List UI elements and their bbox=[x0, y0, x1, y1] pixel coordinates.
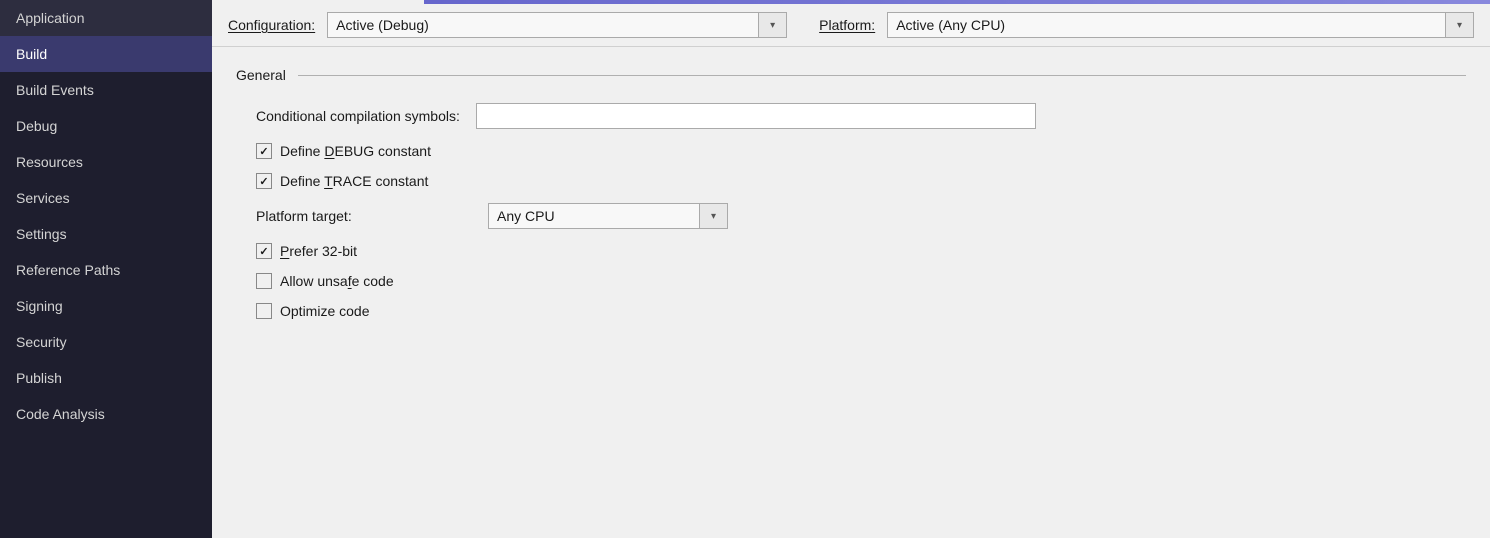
general-section-header: General bbox=[236, 67, 1466, 83]
main-content: Configuration: Active (Debug) ▾ Platform… bbox=[212, 0, 1490, 538]
platform-target-label: Platform target: bbox=[256, 208, 476, 224]
platform-dropdown-arrow: ▾ bbox=[1445, 13, 1473, 37]
platform-target-arrow: ▾ bbox=[699, 204, 727, 228]
optimize-code-row: Optimize code bbox=[256, 303, 1466, 319]
conditional-compilation-label: Conditional compilation symbols: bbox=[256, 108, 476, 124]
configuration-value: Active (Debug) bbox=[328, 17, 758, 33]
configuration-dropdown-arrow: ▾ bbox=[758, 13, 786, 37]
general-section-title: General bbox=[236, 67, 286, 83]
sidebar-item-build-events[interactable]: Build Events bbox=[0, 72, 212, 108]
define-trace-checkbox[interactable] bbox=[256, 173, 272, 189]
define-debug-checkbox[interactable] bbox=[256, 143, 272, 159]
platform-target-dropdown[interactable]: Any CPU ▾ bbox=[488, 203, 728, 229]
prefer-32bit-checkbox[interactable] bbox=[256, 243, 272, 259]
sidebar-item-publish[interactable]: Publish bbox=[0, 360, 212, 396]
sidebar-item-security[interactable]: Security bbox=[0, 324, 212, 360]
allow-unsafe-label: Allow unsafe code bbox=[280, 273, 394, 289]
sidebar-item-application[interactable]: Application bbox=[0, 0, 212, 36]
allow-unsafe-row: Allow unsafe code bbox=[256, 273, 1466, 289]
sidebar-item-code-analysis[interactable]: Code Analysis bbox=[0, 396, 212, 432]
platform-label: Platform: bbox=[819, 17, 875, 33]
sidebar-item-settings[interactable]: Settings bbox=[0, 216, 212, 252]
sidebar-item-signing[interactable]: Signing bbox=[0, 288, 212, 324]
section-divider bbox=[298, 75, 1466, 76]
top-accent-strip bbox=[424, 0, 1490, 4]
sidebar-item-services[interactable]: Services bbox=[0, 180, 212, 216]
configuration-label: Configuration: bbox=[228, 17, 315, 33]
prefer-32bit-label: Prefer 32-bit bbox=[280, 243, 357, 259]
sidebar-item-resources[interactable]: Resources bbox=[0, 144, 212, 180]
platform-value: Active (Any CPU) bbox=[888, 17, 1445, 33]
content-area: General Conditional compilation symbols:… bbox=[212, 47, 1490, 538]
conditional-compilation-row: Conditional compilation symbols: bbox=[256, 103, 1466, 129]
sidebar-item-debug[interactable]: Debug bbox=[0, 108, 212, 144]
optimize-code-checkbox[interactable] bbox=[256, 303, 272, 319]
define-debug-label: Define DEBUG constant bbox=[280, 143, 431, 159]
define-debug-row: Define DEBUG constant bbox=[256, 143, 1466, 159]
define-trace-row: Define TRACE constant bbox=[256, 173, 1466, 189]
sidebar-item-build[interactable]: Build bbox=[0, 36, 212, 72]
define-trace-label: Define TRACE constant bbox=[280, 173, 428, 189]
platform-target-row: Platform target: Any CPU ▾ bbox=[256, 203, 1466, 229]
conditional-compilation-input[interactable] bbox=[476, 103, 1036, 129]
sidebar: Application Build Build Events Debug Res… bbox=[0, 0, 212, 538]
platform-target-value: Any CPU bbox=[489, 208, 699, 224]
prefer-32bit-row: Prefer 32-bit bbox=[256, 243, 1466, 259]
allow-unsafe-checkbox[interactable] bbox=[256, 273, 272, 289]
platform-dropdown[interactable]: Active (Any CPU) ▾ bbox=[887, 12, 1474, 38]
header-bar: Configuration: Active (Debug) ▾ Platform… bbox=[212, 0, 1490, 47]
sidebar-item-reference-paths[interactable]: Reference Paths bbox=[0, 252, 212, 288]
optimize-code-label: Optimize code bbox=[280, 303, 369, 319]
configuration-dropdown[interactable]: Active (Debug) ▾ bbox=[327, 12, 787, 38]
